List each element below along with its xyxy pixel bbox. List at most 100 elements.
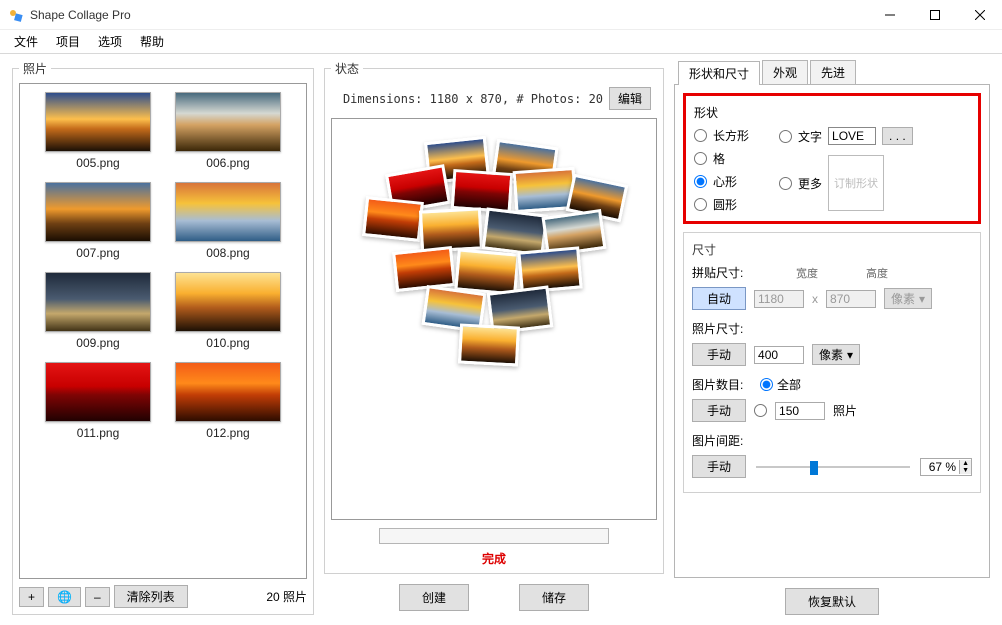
collage-size-label: 拼贴尺寸: [692,264,752,281]
shape-heart-radio[interactable] [694,175,707,188]
shape-circle-radio[interactable] [694,198,707,211]
photo-thumb[interactable]: 011.png [43,362,153,440]
spin-up-icon[interactable]: ▲ [959,460,971,467]
thumb-image [45,182,151,242]
photo-thumb[interactable]: 008.png [173,182,283,260]
photo-thumb[interactable]: 012.png [173,362,283,440]
clear-list-button[interactable]: 清除列表 [114,585,188,608]
shape-text-radio[interactable] [779,130,792,143]
photo-thumb[interactable]: 006.png [173,92,283,170]
thumb-caption: 005.png [76,156,119,170]
options-tab-body: 形状 长方形 格 心形 圆形 文字 . . . [674,84,990,578]
photo-count-input[interactable] [775,402,825,420]
thumb-caption: 006.png [206,156,249,170]
shape-circle-option[interactable]: 圆形 [694,196,749,213]
shape-rect-option[interactable]: 长方形 [694,127,749,144]
chevron-down-icon: ▾ [919,292,925,306]
add-photo-button[interactable]: + [19,587,44,607]
collage-size-auto-button[interactable]: 自动 [692,287,746,310]
photo-count-manual-button[interactable]: 手动 [692,399,746,422]
shape-legend: 形状 [694,104,970,121]
menu-file[interactable]: 文件 [6,31,46,52]
menubar: 文件 项目 选项 帮助 [0,30,1002,54]
web-photo-button[interactable]: 🌐 [48,587,81,607]
tab-appearance[interactable]: 外观 [762,60,808,84]
photo-thumb[interactable]: 010.png [173,272,283,350]
content-area: 照片 005.png 006.png 007.png 008.png 009.p… [0,54,1002,625]
titlebar: Shape Collage Pro [0,0,1002,30]
photos-list[interactable]: 005.png 006.png 007.png 008.png 009.png … [19,83,307,579]
shape-text-input[interactable] [828,127,876,145]
photos-suffix: 照片 [833,402,857,419]
shape-text-option[interactable]: 文字 [779,128,822,145]
thumb-caption: 008.png [206,246,249,260]
shape-more-radio[interactable] [779,177,792,190]
spacing-spin[interactable]: ▲▼ [920,458,972,476]
thumb-image [45,362,151,422]
custom-shape-preview[interactable]: 订制形状 [828,155,884,211]
photo-size-manual-button[interactable]: 手动 [692,343,746,366]
spin-down-icon[interactable]: ▼ [959,467,971,474]
photo-thumb[interactable]: 009.png [43,272,153,350]
thumb-caption: 011.png [77,426,120,440]
tab-advanced[interactable]: 先进 [810,60,856,84]
count-num-radio[interactable] [754,404,767,417]
count-all-option[interactable]: 全部 [760,376,801,393]
menu-options[interactable]: 选项 [90,31,130,52]
photos-legend: 照片 [19,60,51,77]
globe-icon: 🌐 [57,590,72,604]
close-button[interactable] [957,0,1002,30]
preview-canvas [331,118,657,520]
chevron-down-icon: ▾ [847,348,853,362]
thumb-image [45,272,151,332]
shape-heart-option[interactable]: 心形 [694,173,749,190]
spacing-manual-button[interactable]: 手动 [692,455,746,478]
restore-defaults-button[interactable]: 恢复默认 [785,588,879,615]
collage-height-input [826,290,876,308]
photo-thumb[interactable]: 005.png [43,92,153,170]
minimize-icon [885,10,895,20]
shape-grid-option[interactable]: 格 [694,150,749,167]
thumb-image [175,362,281,422]
count-all-radio[interactable] [760,378,773,391]
tab-shape-size[interactable]: 形状和尺寸 [678,61,760,85]
options-column: 形状和尺寸 外观 先进 形状 长方形 格 心形 圆形 文字 [674,60,990,615]
thumb-caption: 010.png [206,336,249,350]
count-num-option[interactable] [754,404,767,417]
minimize-button[interactable] [867,0,912,30]
app-icon [8,7,24,23]
photo-count: 20 照片 [266,588,307,605]
photo-thumb[interactable]: 007.png [43,182,153,260]
menu-help[interactable]: 帮助 [132,31,172,52]
spacing-slider[interactable] [756,459,910,475]
collage-width-input [754,290,804,308]
collage-unit-select: 像素▾ [884,288,932,309]
shape-group: 形状 长方形 格 心形 圆形 文字 . . . [683,93,981,224]
photos-footer: + 🌐 – 清除列表 20 照片 [19,579,307,608]
shape-text-more-button[interactable]: . . . [882,127,913,145]
thumb-image [175,272,281,332]
photo-count-label: 图片数目: [692,376,752,393]
maximize-button[interactable] [912,0,957,30]
collage-preview [364,139,624,379]
spacing-value-input[interactable] [921,459,959,475]
thumb-image [175,182,281,242]
progress-bar [379,528,609,544]
shape-more-option[interactable]: 更多 [779,175,822,192]
menu-project[interactable]: 项目 [48,31,88,52]
width-label: 宽度 [796,265,818,281]
shape-rect-radio[interactable] [694,129,707,142]
shape-grid-radio[interactable] [694,152,707,165]
photo-unit-select[interactable]: 像素▾ [812,344,860,365]
remove-photo-button[interactable]: – [85,587,110,607]
spacing-label: 图片间距: [692,432,752,449]
options-tabs: 形状和尺寸 外观 先进 [674,60,990,84]
x-sep: x [812,292,818,306]
edit-button[interactable]: 编辑 [609,87,651,110]
thumb-caption: 012.png [206,426,249,440]
thumb-caption: 007.png [76,246,119,260]
create-button[interactable]: 创建 [399,584,469,611]
thumb-image [45,92,151,152]
save-button[interactable]: 储存 [519,584,589,611]
photo-size-input[interactable] [754,346,804,364]
